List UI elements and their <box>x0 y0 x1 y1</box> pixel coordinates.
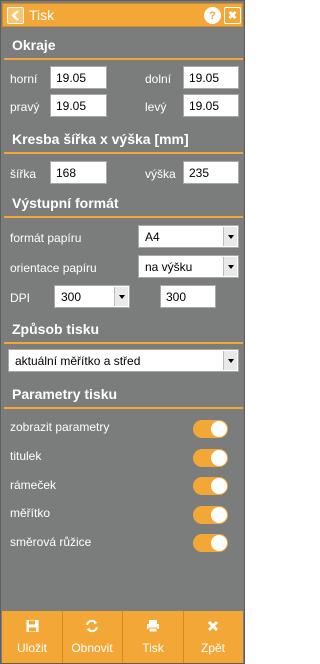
chevron-down-icon <box>223 227 237 246</box>
section-title-output: Výstupní formát <box>12 195 119 211</box>
dpi-label: DPI <box>10 291 31 305</box>
toggle-compass[interactable] <box>193 534 228 552</box>
margin-left-label: levý <box>145 100 167 114</box>
save-button[interactable]: Uložit <box>2 611 62 663</box>
toggle-show-params[interactable] <box>193 420 228 438</box>
dpi-input[interactable]: 300 <box>160 285 216 308</box>
toggle-title[interactable] <box>193 449 228 467</box>
print-label: Tisk <box>142 641 164 655</box>
section-title-drawing: Kresba šířka x výška [mm] <box>12 131 189 147</box>
divider <box>4 152 243 154</box>
paper-format-select[interactable]: A4 <box>138 225 239 248</box>
margin-right-input[interactable]: 19.05 <box>50 94 107 117</box>
divider <box>4 216 243 218</box>
paper-format-label: formát papíru <box>10 231 82 245</box>
drawing-height-input[interactable]: 235 <box>183 161 239 184</box>
margin-top-input[interactable]: 19.05 <box>50 66 107 89</box>
margin-bottom-label: dolní <box>145 72 172 86</box>
drawing-width-input[interactable]: 168 <box>50 161 107 184</box>
section-title-margins: Okraje <box>12 37 56 53</box>
save-label: Uložit <box>16 641 47 655</box>
dpi-select-value: 300 <box>61 290 82 304</box>
toggle-scale[interactable] <box>193 506 228 524</box>
footer-toolbar: Uložit Obnovit Tisk Zpět <box>2 611 243 663</box>
param-label-title: titulek <box>10 449 42 463</box>
print-panel: Tisk ? ✖ Okraje horní 19.05 dolní 19.05 … <box>0 0 245 664</box>
print-button[interactable]: Tisk <box>123 611 183 663</box>
margin-bottom-input[interactable]: 19.05 <box>183 66 239 89</box>
chevron-down-icon <box>223 257 237 276</box>
refresh-icon <box>86 619 98 633</box>
chevron-down-icon <box>114 287 128 306</box>
refresh-label: Obnovit <box>71 641 113 655</box>
dpi-select[interactable]: 300 <box>54 285 130 308</box>
panel-title: Tisk <box>29 7 55 23</box>
divider <box>4 58 243 60</box>
title-bar: Tisk ? ✖ <box>2 3 243 27</box>
chevron-left-icon <box>11 10 19 21</box>
section-title-params: Parametry tisku <box>12 386 118 402</box>
param-label-frame: rámeček <box>10 478 57 492</box>
floppy-disk-icon <box>26 620 38 632</box>
orientation-value: na výšku <box>145 260 193 274</box>
printer-icon <box>147 620 159 633</box>
close-button[interactable]: ✖ <box>224 7 241 24</box>
chevron-down-icon <box>223 351 237 370</box>
print-mode-value: aktuální měřítko a střed <box>15 354 141 368</box>
refresh-button[interactable]: Obnovit <box>62 611 122 663</box>
paper-format-value: A4 <box>145 230 160 244</box>
toggle-frame[interactable] <box>193 477 228 495</box>
divider <box>4 407 243 409</box>
help-icon[interactable]: ? <box>204 7 221 24</box>
section-title-print-mode: Způsob tisku <box>12 321 100 337</box>
margin-right-label: pravý <box>10 100 40 114</box>
back-button[interactable] <box>7 7 24 24</box>
orientation-select[interactable]: na výšku <box>138 255 239 278</box>
divider <box>4 342 243 344</box>
close-icon <box>207 620 219 632</box>
back-label: Zpět <box>200 641 225 655</box>
margin-left-input[interactable]: 19.05 <box>183 94 239 117</box>
drawing-width-label: šířka <box>10 167 37 181</box>
param-label-scale: měřítko <box>10 506 51 520</box>
print-mode-select[interactable]: aktuální měřítko a střed <box>8 349 239 372</box>
margin-top-label: horní <box>10 72 38 86</box>
param-label-show-params: zobrazit parametry <box>10 420 110 434</box>
param-label-compass: směrová růžice <box>10 535 92 549</box>
orientation-label: orientace papíru <box>10 261 97 275</box>
drawing-height-label: výška <box>145 167 176 181</box>
back-bottom-button[interactable]: Zpět <box>183 611 243 663</box>
